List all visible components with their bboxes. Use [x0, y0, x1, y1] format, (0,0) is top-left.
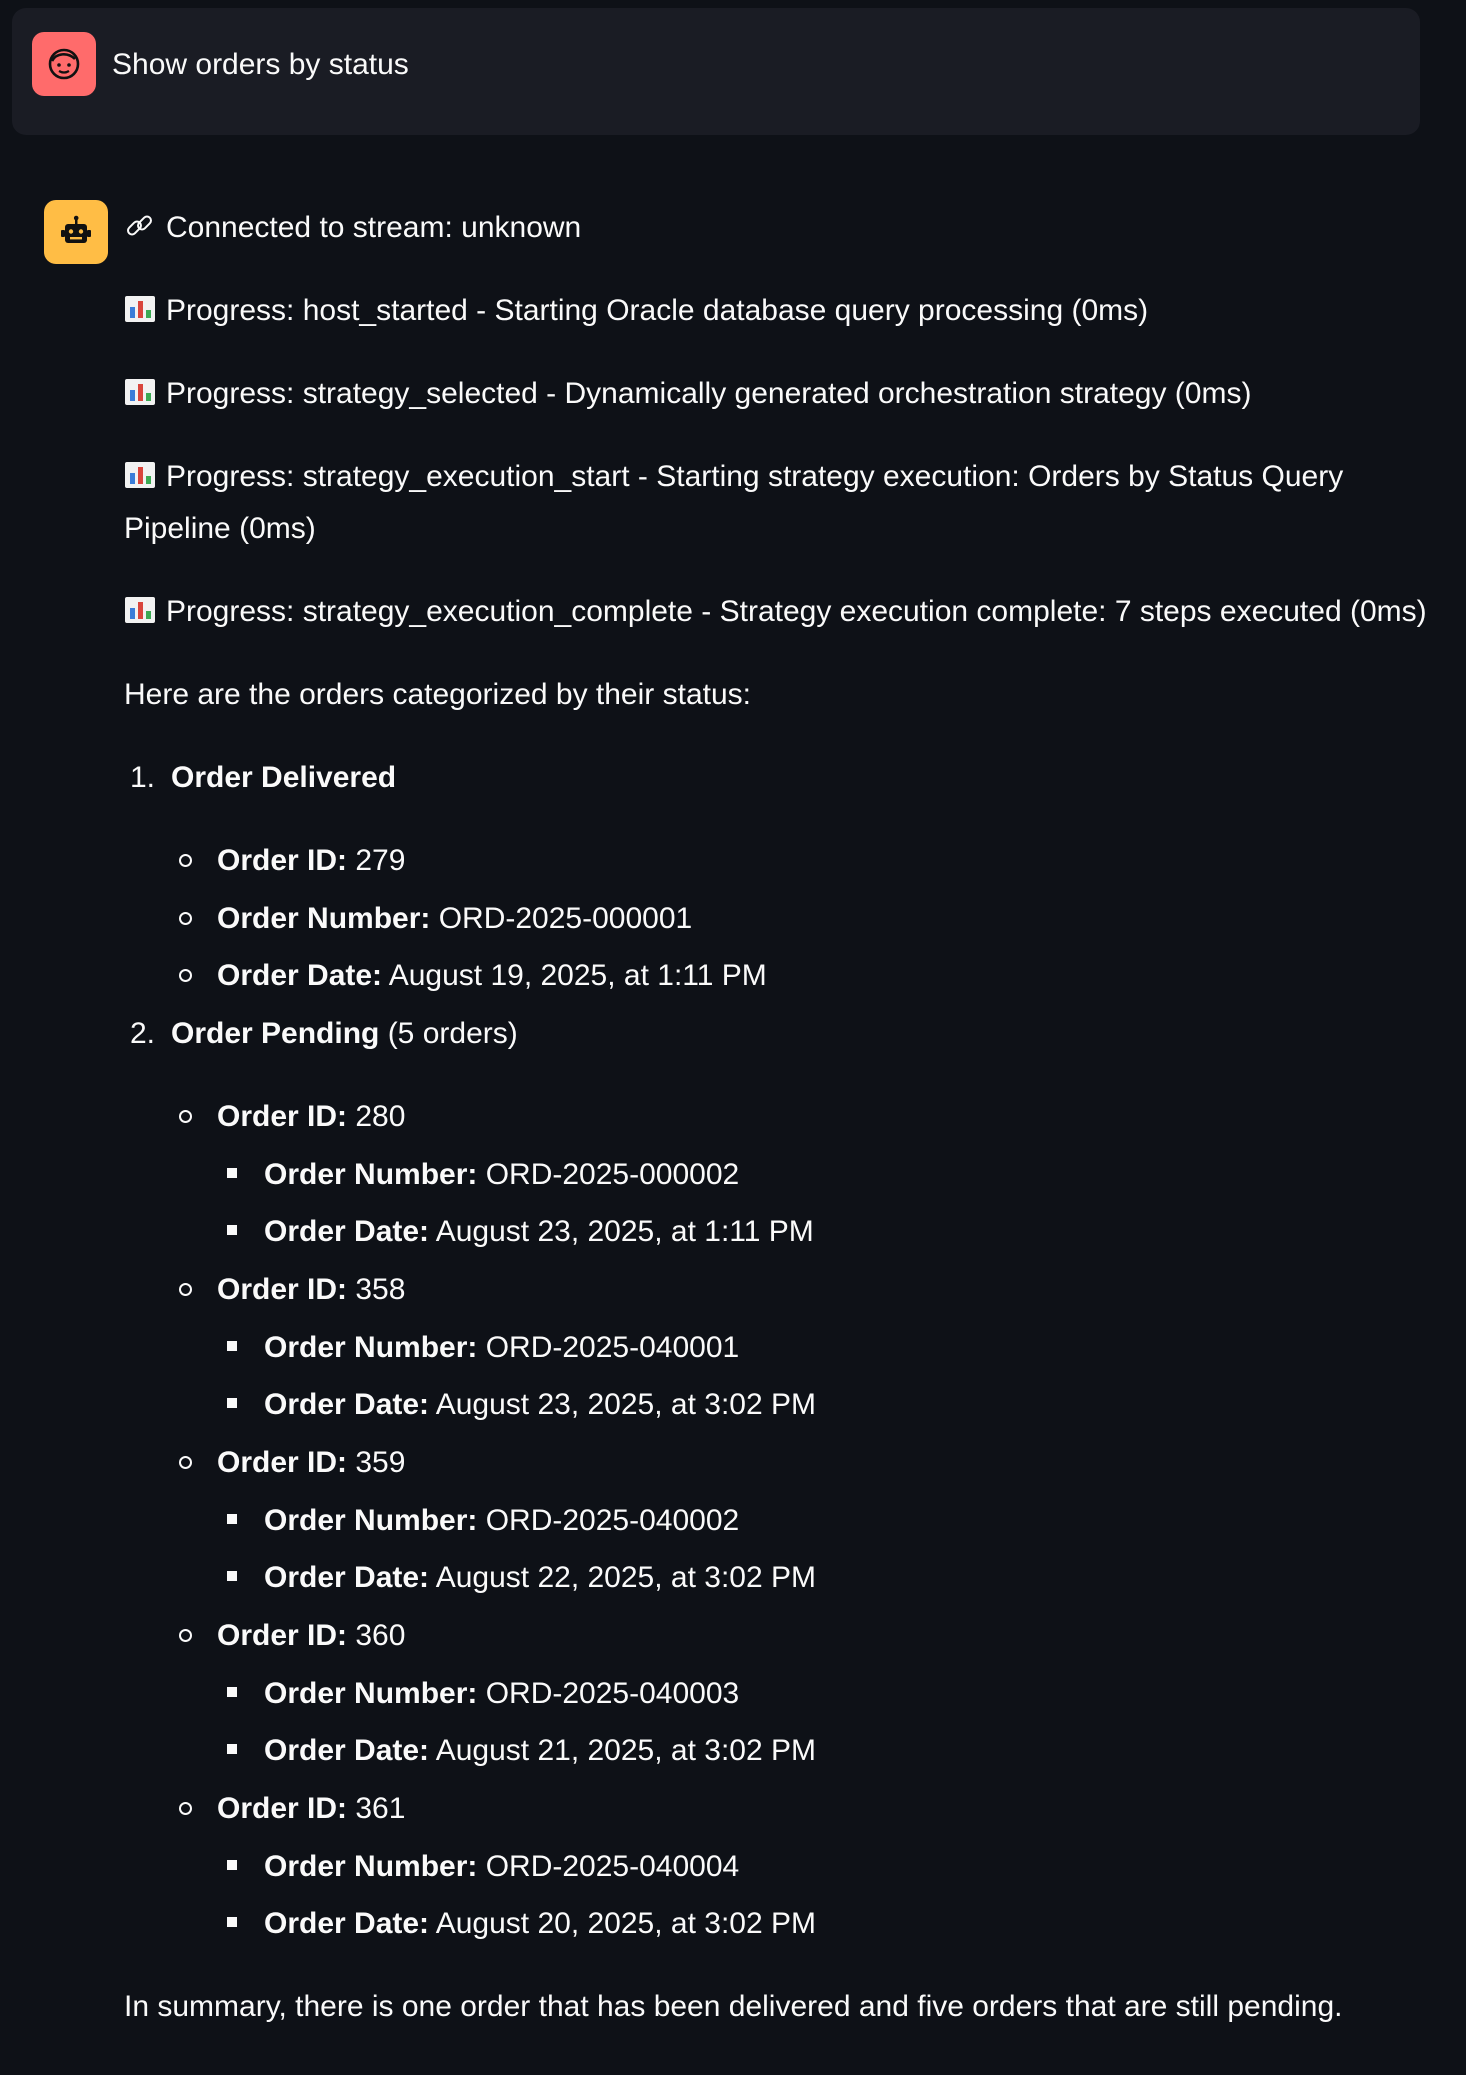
- order-date: Order Date: August 23, 2025, at 1:11 PM: [264, 1215, 814, 1248]
- order-number: Order Number: ORD-2025-040001: [264, 1331, 740, 1364]
- order-id: Order ID: 359: [217, 1446, 406, 1479]
- user-avatar: [32, 32, 96, 96]
- order-id: Order ID: 279: [217, 844, 406, 877]
- bullet-circle: [179, 1802, 192, 1815]
- order-number: Order Number: ORD-2025-040002: [264, 1504, 740, 1537]
- assistant-avatar: [44, 200, 108, 264]
- order-date: Order Date: August 23, 2025, at 3:02 PM: [264, 1388, 816, 1421]
- order-date: Order Date: August 20, 2025, at 3:02 PM: [264, 1907, 816, 1940]
- bar-chart-icon: [125, 379, 155, 405]
- bullet-square: [227, 1225, 237, 1235]
- bullet-circle: [179, 1629, 192, 1642]
- order-number: Order Number: ORD-2025-040004: [264, 1850, 740, 1883]
- bullet-square: [227, 1168, 237, 1178]
- bullet-circle: [179, 969, 192, 982]
- bullet-circle: [179, 1456, 192, 1469]
- list-number: 2.: [130, 1017, 156, 1050]
- status-heading: Order Pending (5 orders): [171, 1017, 518, 1050]
- bar-chart-icon: [125, 597, 155, 623]
- progress-line: Progress: strategy_execution_start - Sta…: [124, 460, 1344, 545]
- status-heading: Order Delivered: [171, 761, 397, 794]
- order-id: Order ID: 361: [217, 1792, 406, 1825]
- bullet-square: [227, 1917, 237, 1927]
- summary-text: In summary, there is one order that has …: [124, 1990, 1343, 2023]
- order-id: Order ID: 280: [217, 1100, 406, 1133]
- bullet-square: [227, 1744, 237, 1754]
- order-number: Order Number: ORD-2025-040003: [264, 1677, 740, 1710]
- bullet-circle: [179, 854, 192, 867]
- bullet-square: [227, 1571, 237, 1581]
- link-icon: [127, 215, 152, 236]
- progress-line: Progress: host_started - Starting Oracle…: [124, 285, 1148, 337]
- stream-status: Connected to stream: unknown: [124, 202, 581, 254]
- order-number: Order Number: ORD-2025-000001: [217, 902, 693, 935]
- bullet-circle: [179, 1283, 192, 1296]
- order-id: Order ID: 360: [217, 1619, 406, 1652]
- bullet-square: [227, 1860, 237, 1870]
- bullet-circle: [179, 1110, 192, 1123]
- order-date: Order Date: August 19, 2025, at 1:11 PM: [217, 959, 767, 992]
- order-id: Order ID: 358: [217, 1273, 406, 1306]
- order-date: Order Date: August 21, 2025, at 3:02 PM: [264, 1734, 816, 1767]
- user-face-icon: [48, 48, 80, 80]
- list-number: 1.: [130, 761, 156, 794]
- bullet-square: [227, 1341, 237, 1351]
- robot-icon: [61, 215, 91, 243]
- progress-line: Progress: strategy_execution_complete - …: [124, 586, 1427, 638]
- user-message-text: Show orders by status: [112, 48, 409, 81]
- bullet-square: [227, 1398, 237, 1408]
- bar-chart-icon: [125, 296, 155, 322]
- order-number: Order Number: ORD-2025-000002: [264, 1158, 740, 1191]
- bullet-square: [227, 1687, 237, 1697]
- bullet-square: [227, 1514, 237, 1524]
- progress-line: Progress: strategy_selected - Dynamicall…: [124, 368, 1251, 420]
- order-date: Order Date: August 22, 2025, at 3:02 PM: [264, 1561, 816, 1594]
- bar-chart-icon: [125, 462, 155, 488]
- bullet-circle: [179, 912, 192, 925]
- intro-text: Here are the orders categorized by their…: [124, 678, 751, 711]
